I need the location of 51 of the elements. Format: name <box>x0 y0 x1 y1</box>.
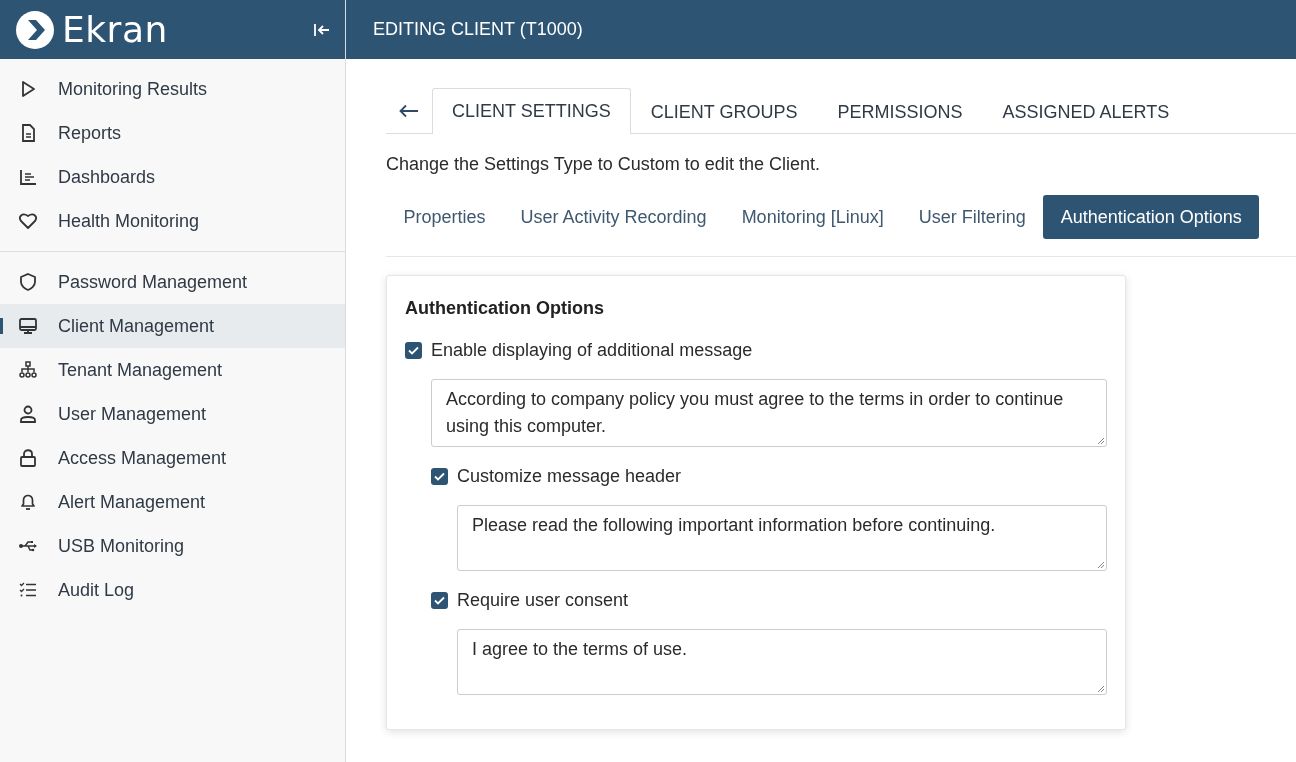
message-field[interactable]: According to company policy you must agree to the terms in order to continue using this computer. <box>431 379 1107 447</box>
shield-icon <box>18 272 38 292</box>
checkbox[interactable] <box>431 467 448 485</box>
lock-icon <box>18 448 38 468</box>
check-icon <box>408 345 419 355</box>
resize-grip-icon[interactable] <box>1096 560 1105 569</box>
check-icon <box>434 595 445 605</box>
tab[interactable]: CLIENT GROUPS <box>630 90 818 134</box>
tab[interactable]: ASSIGNED ALERTS <box>982 90 1190 134</box>
bell-icon <box>18 492 38 512</box>
sidebar-item[interactable]: User Management <box>0 392 345 436</box>
tab[interactable]: PERMISSIONS <box>817 90 983 134</box>
settings-tab[interactable]: Monitoring [Linux] <box>724 195 902 239</box>
sidebar-item[interactable]: Reports <box>0 111 345 155</box>
sidebar-item[interactable]: Dashboards <box>0 155 345 199</box>
sidebar-item[interactable]: Access Management <box>0 436 345 480</box>
sidebar-item[interactable]: Audit Log <box>0 568 345 612</box>
card-title: Authentication Options <box>405 298 605 319</box>
settings-tab[interactable]: User Activity Recording <box>503 195 725 239</box>
monitor-icon <box>18 316 38 336</box>
page-title: EDITING CLIENT (T1000) <box>373 19 583 40</box>
tab[interactable]: CLIENT SETTINGS <box>432 88 631 134</box>
bar-chart-icon <box>18 167 38 187</box>
logo-icon <box>16 10 54 49</box>
settings-tab[interactable]: Properties <box>386 195 504 239</box>
settings-tab[interactable]: User Filtering <box>901 195 1044 239</box>
collapse-icon[interactable] <box>313 21 331 38</box>
resize-grip-icon[interactable] <box>1096 684 1105 693</box>
logo-text: Ekran <box>62 9 168 50</box>
hierarchy-icon <box>18 360 38 380</box>
message-field[interactable]: Please read the following important information before continuing. <box>457 505 1107 571</box>
message-field[interactable]: I agree to the terms of use. <box>457 629 1107 695</box>
heart-icon <box>18 211 38 231</box>
sidebar-item[interactable]: Alert Management <box>0 480 345 524</box>
checkbox[interactable] <box>405 341 422 359</box>
settings-tab[interactable]: Authentication Options <box>1043 195 1260 239</box>
back-arrow-icon <box>399 104 419 118</box>
check-icon <box>434 471 445 481</box>
user-icon <box>18 404 38 424</box>
notice-text: Change the Settings Type to Custom to edit the Client. <box>386 154 821 175</box>
sidebar-item[interactable]: Password Management <box>0 260 345 304</box>
sidebar-item[interactable]: Monitoring Results <box>0 67 345 111</box>
sidebar-item[interactable]: Tenant Management <box>0 348 345 392</box>
checkbox[interactable] <box>431 591 448 609</box>
resize-grip-icon[interactable] <box>1096 436 1105 445</box>
checkbox-label: Enable displaying of additional message <box>431 339 753 361</box>
sidebar-item[interactable]: USB Monitoring <box>0 524 345 568</box>
checkbox-label: Require user consent <box>457 589 629 611</box>
sidebar-item[interactable]: Client Management <box>0 304 345 348</box>
checkbox-label: Customize message header <box>457 465 682 487</box>
sidebar-item[interactable]: Health Monitoring <box>0 199 345 243</box>
